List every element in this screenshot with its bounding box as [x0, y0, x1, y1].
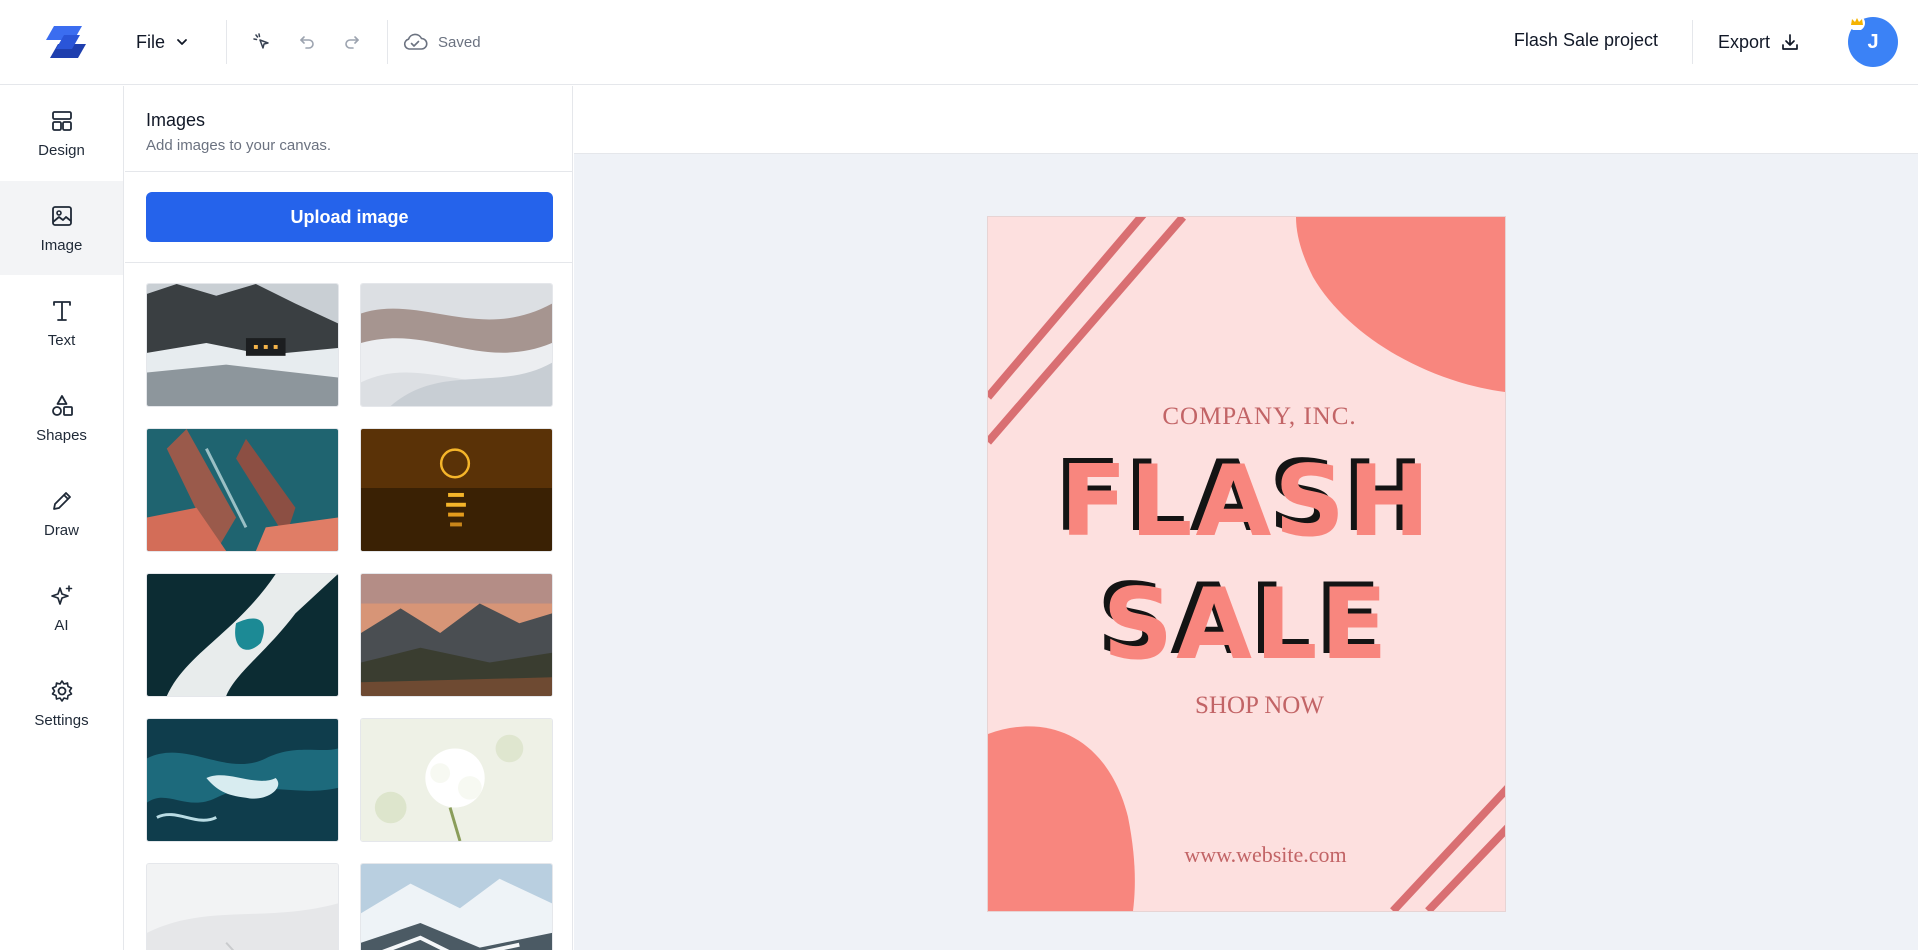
toolbar-divider: [226, 20, 227, 64]
sidebar-item-label: Image: [40, 236, 83, 254]
sidebar-item-label: Design: [38, 141, 85, 159]
sidebar-item-label: AI: [54, 616, 69, 634]
upload-image-button[interactable]: Upload image: [146, 192, 553, 242]
download-icon: [1782, 34, 1798, 50]
poster-website[interactable]: www.website.com: [988, 842, 1505, 868]
sidebar-item-ai[interactable]: AI: [0, 561, 123, 655]
project-name[interactable]: Flash Sale project: [1514, 30, 1658, 51]
image-thumbnail-mountain-valley[interactable]: [360, 573, 553, 697]
poster-cta[interactable]: SHOP NOW: [988, 692, 1505, 720]
poster-decorations: [988, 217, 1505, 911]
save-status: Saved: [402, 28, 481, 56]
sidebar-item-label: Text: [47, 331, 76, 349]
pencil-icon: [52, 491, 71, 510]
cloud-check-icon: [403, 33, 428, 50]
export-button[interactable]: Export: [1718, 28, 1800, 56]
image-thumbnail-mountain-cabin[interactable]: [146, 283, 339, 407]
undo-icon: [300, 36, 314, 49]
poster-headline-sale[interactable]: SALE: [988, 576, 1505, 674]
sidebar-item-label: Shapes: [36, 426, 87, 444]
select-tool-button[interactable]: [248, 28, 276, 56]
toolbar-divider: [387, 20, 388, 64]
image-thumbnail-aerial-coast[interactable]: [146, 428, 339, 552]
sidebar-item-label: Draw: [43, 521, 79, 539]
sidebar-item-shapes[interactable]: Shapes: [0, 371, 123, 465]
redo-button[interactable]: [338, 28, 366, 56]
text-icon: [52, 300, 71, 321]
saved-label: Saved: [438, 33, 481, 51]
image-thumbnail-white-blossoms[interactable]: [360, 718, 553, 842]
toolbar-divider: [1692, 20, 1693, 64]
image-thumbnail-eclipse-water[interactable]: [360, 428, 553, 552]
image-thumbnail-silk-fabric[interactable]: [360, 283, 553, 407]
image-thumbnail-ice-cave[interactable]: [146, 573, 339, 697]
sidebar-item-design[interactable]: Design: [0, 86, 123, 180]
image-thumbnail-snowy-mountains[interactable]: [360, 863, 553, 950]
sidebar-item-settings[interactable]: Settings: [0, 656, 123, 750]
undo-button[interactable]: [293, 28, 321, 56]
poster-headline-flash[interactable]: FLASH: [988, 453, 1505, 551]
redo-icon: [345, 36, 359, 49]
layout-icon: [51, 110, 72, 131]
panel-title: Images: [146, 110, 206, 130]
shapes-icon: [51, 394, 73, 416]
canvas-toolbar: [574, 86, 1918, 154]
poster-company-name[interactable]: COMPANY, INC.: [988, 403, 1505, 431]
gear-icon: [51, 679, 72, 702]
sidebar-item-label: Settings: [34, 711, 89, 729]
app-logo[interactable]: [40, 24, 90, 60]
sidebar-item-draw[interactable]: Draw: [0, 466, 123, 560]
image-thumbnail-ocean-waves[interactable]: [146, 718, 339, 842]
left-sidebar: Design Image Text Shapes Draw AI Setting…: [0, 86, 124, 950]
panel-divider: [125, 262, 572, 263]
image-thumbnail-snowy-slope[interactable]: [146, 863, 339, 950]
file-menu[interactable]: File: [128, 26, 197, 58]
sidebar-item-text[interactable]: Text: [0, 276, 123, 370]
file-menu-label: File: [136, 31, 166, 52]
top-bar: File Saved Flash Sale project Export J: [0, 0, 1918, 85]
cursor-click-icon: [253, 33, 269, 49]
chevron-down-icon: [177, 39, 187, 45]
sidebar-item-image[interactable]: Image: [0, 181, 123, 275]
crown-icon: [1849, 15, 1865, 30]
panel-divider: [125, 171, 572, 172]
sparkles-icon: [50, 584, 72, 605]
images-panel: Images Add images to your canvas. Upload…: [125, 86, 573, 950]
export-label: Export: [1718, 31, 1771, 52]
image-icon: [51, 205, 72, 226]
design-poster[interactable]: COMPANY, INC. FLASH SALE SHOP NOW www.we…: [988, 217, 1505, 911]
panel-subtitle: Add images to your canvas.: [146, 137, 332, 154]
